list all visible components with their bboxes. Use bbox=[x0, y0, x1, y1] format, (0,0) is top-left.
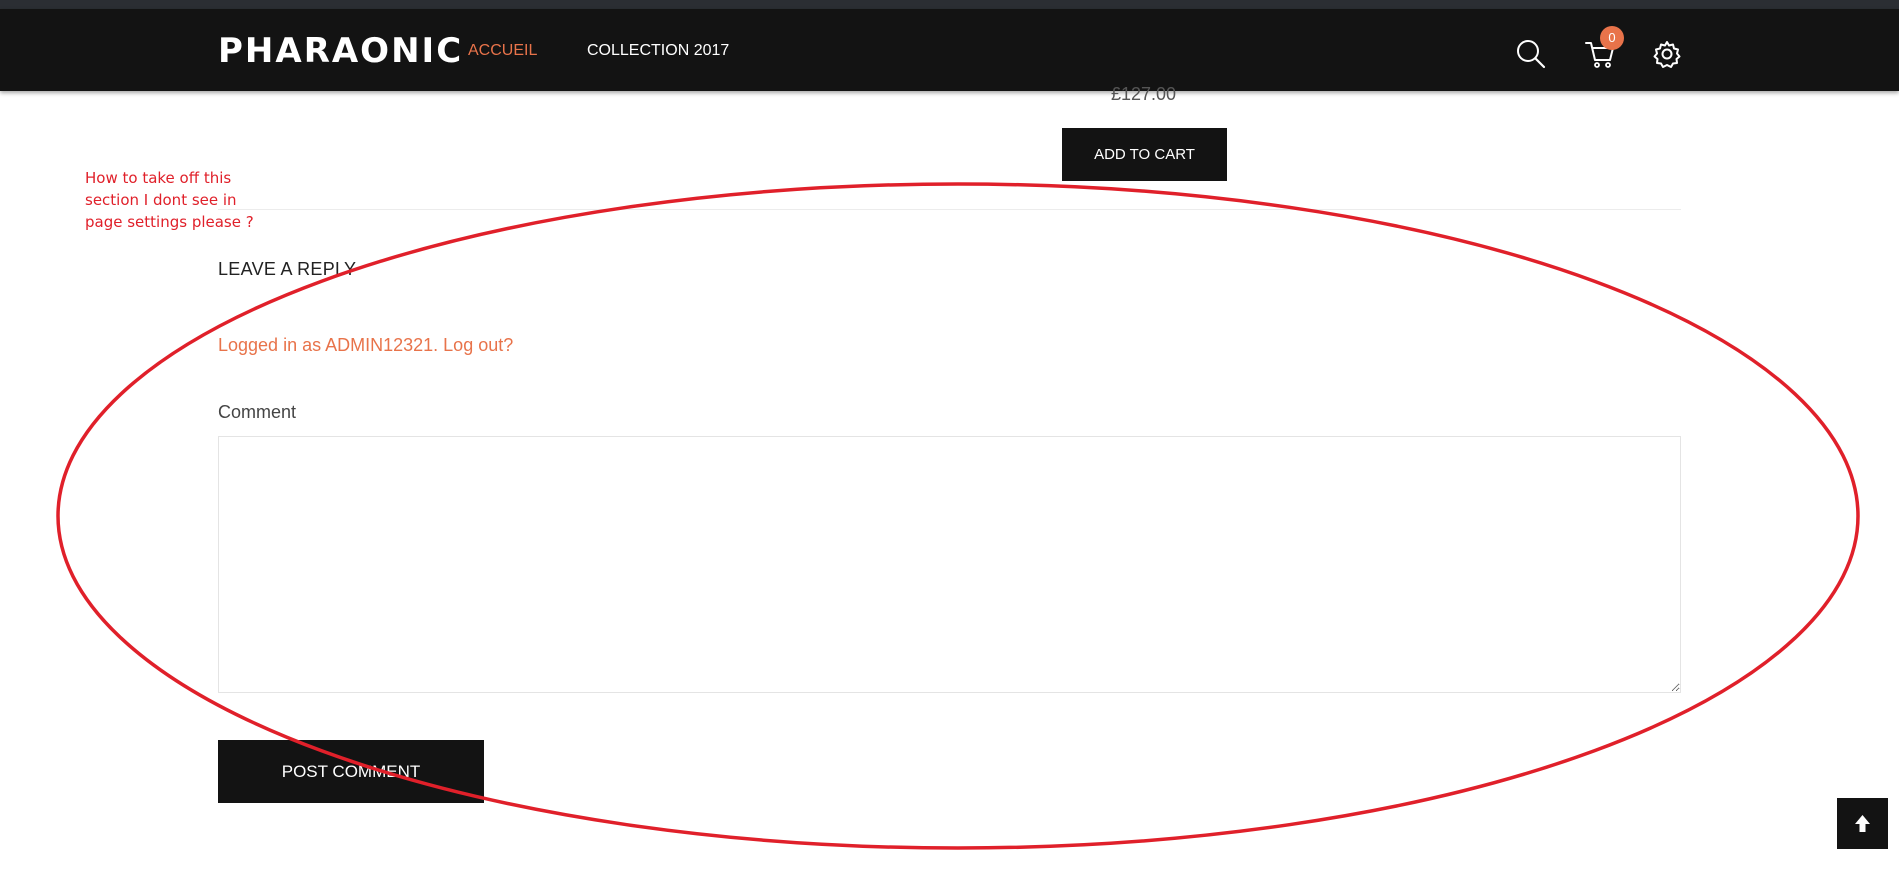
browser-top-strip bbox=[0, 0, 1899, 9]
logout-link[interactable]: Log out? bbox=[443, 335, 513, 355]
nav-item-accueil[interactable]: ACCUEIL bbox=[468, 41, 537, 61]
add-to-cart-button[interactable]: ADD TO CART bbox=[1062, 128, 1227, 181]
cart-count-badge: 0 bbox=[1600, 26, 1624, 50]
post-comment-button[interactable]: POST COMMENT bbox=[218, 740, 484, 803]
nav-item-collection-2017[interactable]: COLLECTION 2017 bbox=[587, 41, 729, 61]
leave-reply-heading: LEAVE A REPLY bbox=[218, 259, 357, 279]
arrow-up-icon bbox=[1855, 815, 1870, 832]
gear-icon[interactable] bbox=[1651, 38, 1683, 70]
site-header: PHARAONIC ACCUEIL COLLECTION 2017 0 bbox=[0, 9, 1899, 91]
section-divider bbox=[218, 209, 1681, 210]
comment-textarea[interactable] bbox=[218, 436, 1681, 693]
annotation-note: How to take off this section I dont see … bbox=[85, 169, 254, 231]
back-to-top-button[interactable] bbox=[1837, 798, 1888, 849]
product-price: £127.00 bbox=[1111, 84, 1177, 104]
logged-in-status: Logged in as ADMIN12321. Log out? bbox=[218, 335, 513, 356]
site-logo[interactable]: PHARAONIC bbox=[218, 31, 463, 71]
comment-label: Comment bbox=[218, 402, 297, 422]
logged-in-user-link[interactable]: Logged in as ADMIN12321. bbox=[218, 335, 438, 355]
search-icon[interactable] bbox=[1515, 38, 1547, 70]
